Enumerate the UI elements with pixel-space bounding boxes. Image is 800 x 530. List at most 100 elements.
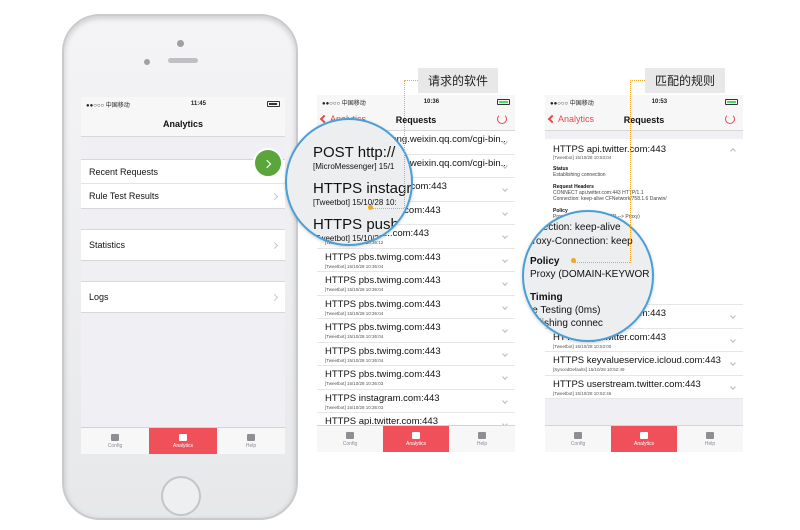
request-host: HTTPS pbs.twimg.com:443 [325,275,441,286]
request-row[interactable]: HTTPS instagram.com:443 [Tweetbot] 15/10/… [317,389,515,413]
annotation-label-rule: 匹配的规则 [645,68,726,93]
tab-label: Help [476,440,488,447]
detail-meta: [Tweetbot] 15/10/28 10:53:04 [553,155,612,160]
request-row[interactable]: HTTPS keyvalueservice.icloud.com:443 [Syn… [545,352,743,376]
zoom-line: POST http:// [313,144,396,161]
logs-label: Logs [89,292,109,302]
home-button[interactable] [161,476,201,516]
connector-line [630,80,631,263]
chevron-left-icon [547,114,557,124]
zoom-line: Proxy (DOMAIN-KEYWOR [530,269,650,280]
statistics-row[interactable]: Statistics [81,230,285,260]
sensor [144,59,150,65]
clock: 11:45 [190,101,206,107]
request-meta: [Tweetbot] 15/10/28 10:36:04 [325,310,384,316]
chevron-right-icon [270,293,279,301]
clock: 10:36 [423,99,440,105]
request-meta: [SyncedDefaults] 15/10/28 10:52:49 [553,367,625,372]
carrier-label: ●●○○○ 中国移动 [86,102,130,109]
back-label: Analytics [558,114,595,124]
back-button[interactable]: Analytics [547,114,595,124]
zoom-meta: [Tweetbot] 15/10/28 10:36:12 [313,234,413,243]
rule-test-results-label: Rule Test Results [89,191,159,201]
battery-icon [267,101,280,107]
request-row[interactable]: HTTPS pbs.twimg.com:443[Tweetbot] 15/10/… [317,272,515,296]
zoom-line: onnection: keep-alive [526,222,621,233]
zoom-magnifier-detail: onnection: keep-alive Proxy-Connection: … [522,210,654,342]
tab-help[interactable]: Help [677,426,743,452]
analytics-icon [412,431,420,439]
rule-test-results-row[interactable]: Rule Test Results [81,184,285,208]
tab-label: Analytics [405,440,426,447]
status-value: Establishing connection [553,172,606,178]
request-row[interactable]: HTTPS pbs.twimg.com:443[Tweetbot] 15/10/… [317,248,515,272]
help-icon [478,431,486,439]
zoom-line: Proxy-Connection: keep [526,236,633,247]
tab-label: Analytics [172,442,193,449]
config-icon [574,431,582,439]
request-row[interactable]: HTTPS pbs.twimg.com:443[Tweetbot] 15/10/… [317,319,515,343]
request-host: HTTPS pbs.twimg.com:443 [325,345,441,357]
battery-icon [497,99,510,105]
tab-label: Help [245,442,257,449]
zoom-line: Policy [530,256,560,267]
headers-value-2: Connection: keep-alive CFNetwork/758.1.6… [553,196,667,202]
request-row[interactable]: HTTPS pbs.twimg.com:443[Tweetbot] 15/10/… [317,342,515,366]
logs-row[interactable]: Logs [81,282,285,312]
tap-indicator-icon [253,148,283,178]
status-bar: ●●○○○ 中国移动 10:36 [317,95,515,109]
request-meta: [Tweetbot] 15/10/28 10:36:04 [325,263,384,269]
chevron-right-icon [270,192,279,200]
tab-config[interactable]: Config [545,426,611,452]
request-row[interactable]: HTTPS pbs.twimg.com:443[Tweetbot] 15/10/… [317,295,515,319]
analytics-group-2: Statistics [81,229,285,261]
help-icon [706,431,714,439]
request-meta: [Tweetbot] 15/10/28 10:36:04 [325,357,384,363]
tab-help[interactable]: Help [217,428,285,454]
request-meta: [Tweetbot] 15/10/28 10:36:04 [325,334,384,339]
config-icon [111,433,119,441]
request-host: HTTPS keyvalueservice.icloud.com:443 [553,355,721,366]
connector-line [404,80,418,81]
tab-config[interactable]: Config [81,428,149,454]
help-icon [247,433,255,441]
earpiece-speaker [168,58,198,63]
tab-label: Config [342,440,358,447]
statistics-label: Statistics [89,240,126,250]
tab-label: Config [570,440,586,447]
tab-help[interactable]: Help [449,426,515,452]
request-meta: [Tweetbot] 15/10/28 10:36:04 [325,287,384,292]
request-meta: [Tweetbot] 15/10/28 10:36:03 [325,381,384,386]
refresh-icon[interactable] [725,114,735,124]
tab-label: Analytics [633,440,654,447]
tab-config[interactable]: Config [317,426,383,452]
tab-analytics[interactable]: Analytics [611,426,677,452]
recent-requests-label: Recent Requests [89,166,159,177]
tab-analytics[interactable]: Analytics [149,428,217,454]
refresh-icon[interactable] [497,114,507,124]
zoom-meta: [MicroMessenger] 15/1 [313,162,395,171]
request-host: HTTPS pbs.twimg.com:443 [325,369,441,380]
page-title: Analytics [162,118,204,129]
connector-line [630,80,645,81]
detail-host: HTTPS api.twitter.com:443 [553,144,666,155]
connector-line [575,262,630,263]
status-bar: ●●○○○ 中国移动 10:53 [545,95,743,109]
request-host: HTTPS instagram.com:443 [325,392,440,404]
analytics-icon [640,431,648,439]
battery-icon [725,99,738,105]
request-row[interactable]: HTTPS pbs.twimg.com:443[Tweetbot] 15/10/… [317,366,515,390]
request-meta: [Tweetbot] 15/10/28 10:53:00 [553,343,612,349]
request-meta: [Tweetbot] 15/10/28 10:52:46 [553,390,612,396]
analytics-icon [179,433,187,441]
config-icon [346,431,354,439]
request-row[interactable]: HTTPS userstream.twitter.com:443 [Tweetbo… [545,375,743,399]
tab-label: Config [107,442,123,449]
tab-analytics[interactable]: Analytics [383,426,449,452]
analytics-group-3: Logs [81,281,285,313]
annotation-label-software: 请求的软件 [418,68,499,93]
zoom-meta: [Tweetbot] 15/10/28 10: [313,198,397,207]
nav-bar: Analytics Requests [545,109,743,131]
tab-bar: Config Analytics Help [317,425,515,452]
zoom-line: blishing connec [534,318,603,329]
